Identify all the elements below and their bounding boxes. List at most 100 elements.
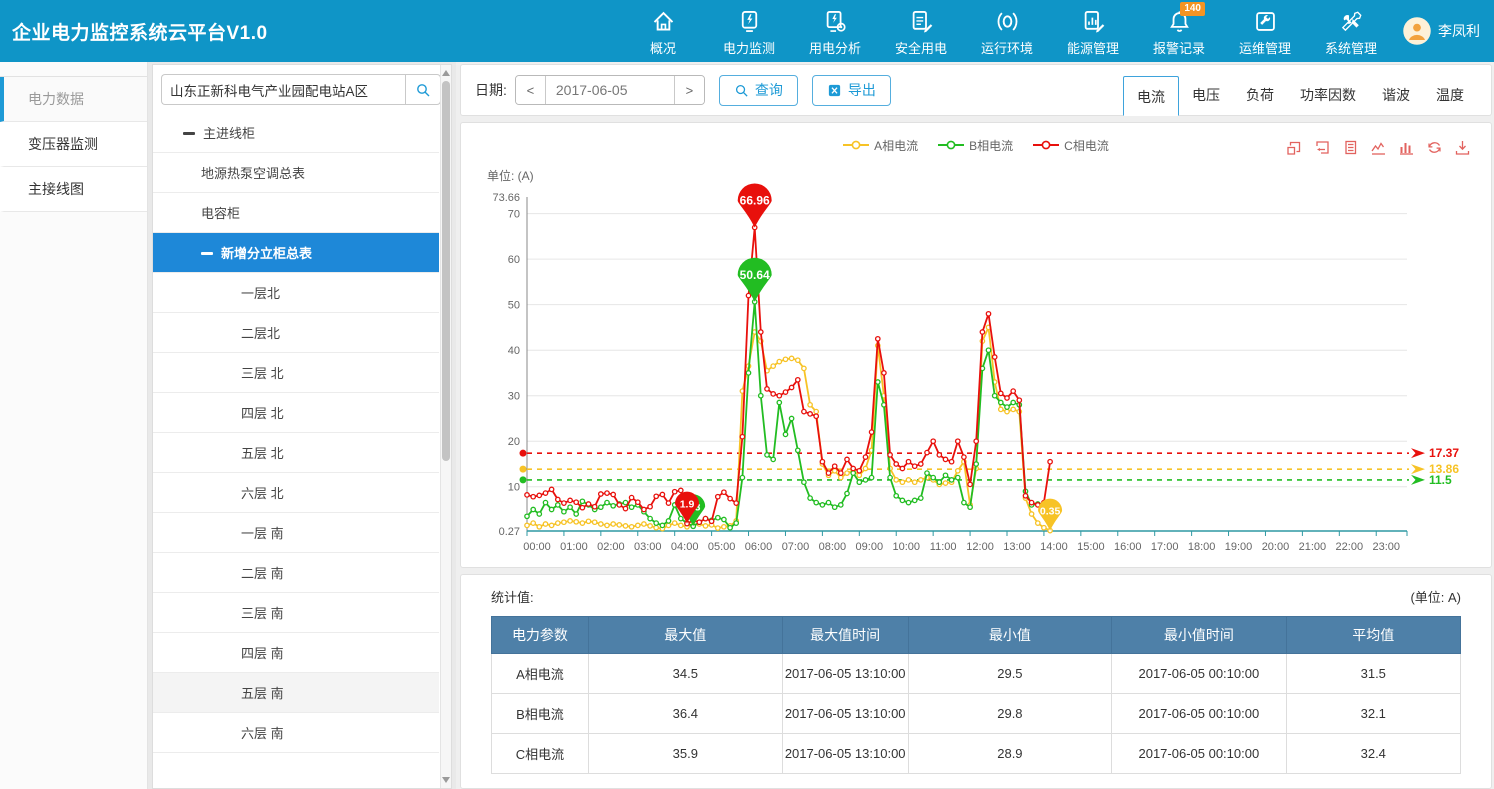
param-cell: A相电流 [492, 654, 589, 694]
x-tick-label: 04:00 [671, 541, 699, 553]
min-cell: 29.8 [908, 694, 1111, 734]
x-tick-label: 14:00 [1040, 541, 1068, 553]
tree-node[interactable]: 六层 北 [153, 473, 439, 513]
restore-icon[interactable] [1426, 139, 1443, 156]
tree-node-label: 四层 北 [241, 403, 284, 422]
tab-label: 温度 [1436, 87, 1464, 103]
tree-node[interactable]: 二层北 [153, 313, 439, 353]
tree-node[interactable]: 新增分立柜总表 [153, 233, 439, 273]
main-panel: 日期: < > 查询 导出 电流 [456, 62, 1494, 789]
tree-node[interactable]: 四层 南 [153, 633, 439, 673]
x-tick-label: 07:00 [782, 541, 810, 553]
export-button[interactable]: 导出 [812, 75, 891, 106]
nav-item[interactable]: 运行环境 [964, 0, 1050, 62]
measure-tab[interactable]: 电流 [1123, 76, 1179, 116]
measure-tab[interactable]: 功率因数 [1287, 75, 1369, 115]
min-time-cell: 2017-06-05 00:10:00 [1112, 694, 1286, 734]
y-tick-label: 40 [508, 345, 520, 357]
tree-node[interactable]: 一层北 [153, 273, 439, 313]
scroll-down-arrow-icon[interactable] [441, 774, 451, 786]
prev-day-button[interactable]: < [516, 76, 546, 104]
zoom-icon[interactable] [1286, 139, 1303, 156]
pin-label: 66.96 [740, 193, 770, 207]
measure-tab[interactable]: 温度 [1423, 75, 1477, 115]
average-label: 17.37 [1429, 446, 1459, 460]
line-chart-icon[interactable] [1370, 139, 1387, 156]
tree-search-input[interactable] [161, 74, 405, 105]
min-time-cell: 2017-06-05 00:10:00 [1112, 734, 1286, 774]
phase-current-line-chart: 73.66706050403020100.2700:0001:0002:0003… [469, 183, 1483, 559]
next-day-button[interactable]: > [674, 76, 704, 104]
legend-label: A相电流 [874, 137, 918, 154]
x-tick-label: 18:00 [1188, 541, 1216, 553]
nav-badge: 140 [1180, 2, 1205, 16]
nav-item[interactable]: 安全用电 [878, 0, 964, 62]
tab-label: 谐波 [1382, 87, 1410, 103]
sidebar-item[interactable]: 主接线图 [0, 167, 147, 212]
tree-node-label: 二层 南 [241, 563, 284, 582]
tree-node[interactable]: 电容柜 [153, 193, 439, 233]
table-header-cell: 电力参数 [492, 617, 589, 654]
tree-node[interactable]: 五层 南 [153, 673, 439, 713]
bar-chart-icon[interactable] [1398, 139, 1415, 156]
nav-item-label: 运维管理 [1239, 38, 1291, 57]
chart-unit-label: 单位: (A) [487, 167, 1491, 183]
tree-search-button[interactable] [405, 74, 441, 105]
sidebar-item[interactable]: 变压器监测 [0, 122, 147, 167]
tree-node[interactable]: 六层 南 [153, 713, 439, 753]
query-button[interactable]: 查询 [719, 75, 798, 106]
table-header-cell: 平均值 [1286, 617, 1460, 654]
x-tick-label: 21:00 [1299, 541, 1327, 553]
collapse-minus-icon[interactable] [201, 247, 213, 259]
tree-node[interactable]: 三层 南 [153, 593, 439, 633]
excel-export-icon [827, 83, 842, 98]
measure-tab[interactable]: 谐波 [1369, 75, 1423, 115]
legend-item[interactable]: B相电流 [938, 137, 1013, 153]
usage-analysis-icon [822, 8, 849, 35]
sidebar-item[interactable]: 电力数据 [0, 77, 147, 122]
measure-tab[interactable]: 电压 [1179, 75, 1233, 115]
tree-node-label: 三层 北 [241, 363, 284, 382]
nav-item[interactable]: 能源管理 [1050, 0, 1136, 62]
collapse-minus-icon[interactable] [183, 127, 195, 139]
query-toolbar: 日期: < > 查询 导出 电流 [460, 64, 1492, 116]
legend-item[interactable]: A相电流 [843, 137, 918, 153]
save-image-icon[interactable] [1454, 139, 1471, 156]
app-title: 企业电力监控系统云平台V1.0 [12, 18, 268, 45]
scroll-up-arrow-icon[interactable] [441, 67, 451, 79]
nav-item[interactable]: 电力监测 [706, 0, 792, 62]
table-header-cell: 最大值时间 [782, 617, 908, 654]
tree-node[interactable]: 二层 南 [153, 553, 439, 593]
nav-item[interactable]: 用电分析 [792, 0, 878, 62]
nav-item[interactable]: 140 报警记录 [1136, 0, 1222, 62]
tree-node[interactable]: 五层 北 [153, 433, 439, 473]
date-input[interactable] [546, 76, 674, 104]
nav-item[interactable]: 运维管理 [1222, 0, 1308, 62]
user-menu[interactable]: 李凤利 [1402, 16, 1480, 46]
tree-node[interactable]: 四层 北 [153, 393, 439, 433]
measure-tab[interactable]: 负荷 [1233, 75, 1287, 115]
series-B相电流 [525, 300, 1053, 530]
sidebar-item-label: 电力数据 [28, 91, 84, 107]
tree-node[interactable]: 主进线柜 [153, 113, 439, 153]
safe-power-icon [908, 8, 935, 35]
tab-label: 电流 [1137, 89, 1165, 105]
date-picker: < > [515, 75, 705, 105]
zoom-back-icon[interactable] [1314, 139, 1331, 156]
legend-item[interactable]: C相电流 [1033, 137, 1109, 153]
table-header-cell: 最小值时间 [1112, 617, 1286, 654]
max-time-cell: 2017-06-05 13:10:00 [782, 694, 908, 734]
pin-label: 1.9 [680, 499, 695, 511]
nav-item[interactable]: 概况 [620, 0, 706, 62]
nav-item[interactable]: 系统管理 [1308, 0, 1394, 62]
tree-node[interactable]: 三层 北 [153, 353, 439, 393]
tree-node[interactable]: 地源热泵空调总表 [153, 153, 439, 193]
tree-node[interactable]: 一层 南 [153, 513, 439, 553]
table-row: B相电流 36.4 2017-06-05 13:10:00 29.8 2017-… [492, 694, 1461, 734]
data-view-icon[interactable] [1342, 139, 1359, 156]
x-tick-label: 09:00 [856, 541, 884, 553]
average-markline: 11.5 [520, 473, 1453, 487]
scrollbar-thumb[interactable] [442, 81, 450, 461]
power-monitor-icon [736, 8, 763, 35]
min-time-cell: 2017-06-05 00:10:00 [1112, 654, 1286, 694]
